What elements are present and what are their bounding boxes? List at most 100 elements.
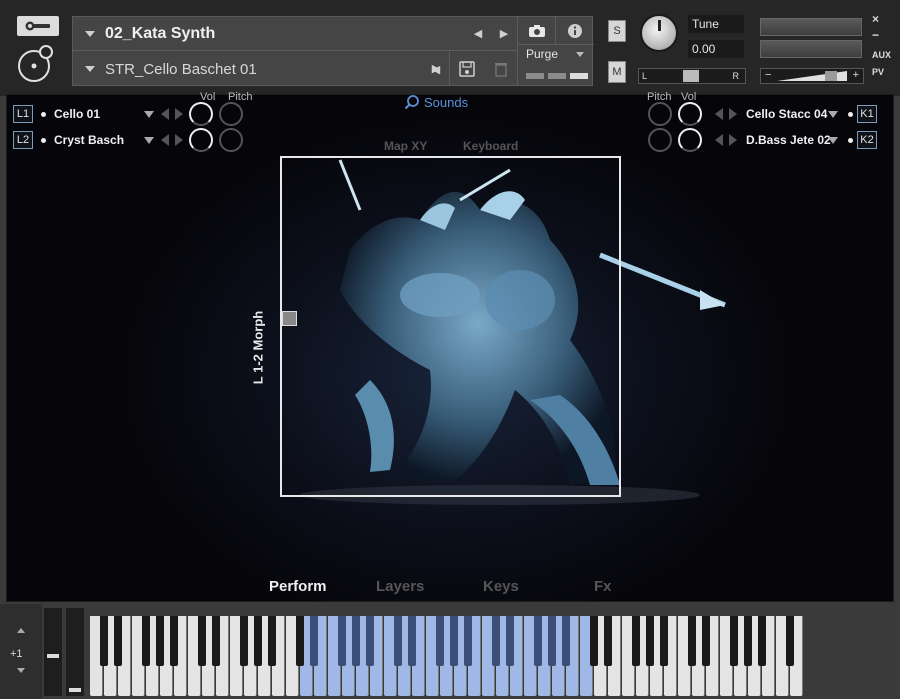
- vol-knob[interactable]: [678, 128, 702, 152]
- black-key[interactable]: [268, 616, 276, 666]
- black-key[interactable]: [744, 616, 752, 666]
- info-icon[interactable]: [556, 17, 594, 45]
- black-key[interactable]: [198, 616, 206, 666]
- volume-slider[interactable]: − +: [760, 68, 864, 84]
- layer-badge[interactable]: L1: [13, 105, 33, 123]
- pan-slider[interactable]: L R: [638, 68, 746, 84]
- layer-prev-icon[interactable]: [161, 108, 169, 120]
- black-key[interactable]: [114, 616, 122, 666]
- layer-dropdown-icon[interactable]: [144, 110, 154, 118]
- black-key[interactable]: [464, 616, 472, 666]
- preset-name[interactable]: STR_Cello Baschet 01: [105, 61, 423, 78]
- layer-dropdown-icon[interactable]: [828, 110, 838, 118]
- next-preset-icon[interactable]: ▶: [423, 62, 449, 75]
- black-key[interactable]: [758, 616, 766, 666]
- tab-layers[interactable]: Layers: [376, 578, 424, 595]
- black-key[interactable]: [450, 616, 458, 666]
- black-key[interactable]: [254, 616, 262, 666]
- octave-down-icon[interactable]: [17, 668, 25, 673]
- black-key[interactable]: [534, 616, 542, 666]
- aux-button[interactable]: AUX: [872, 50, 891, 60]
- black-key[interactable]: [156, 616, 164, 666]
- next-instrument-icon[interactable]: ▶: [491, 27, 517, 40]
- preset-dropdown-icon[interactable]: [85, 66, 95, 72]
- delete-icon[interactable]: [494, 61, 508, 77]
- prev-instrument-icon[interactable]: ◀: [465, 27, 491, 40]
- layer-next-icon[interactable]: [729, 108, 737, 120]
- purge-arrow-icon[interactable]: [576, 52, 584, 57]
- camera-icon[interactable]: [518, 17, 556, 45]
- black-key[interactable]: [310, 616, 318, 666]
- pitch-knob[interactable]: [219, 128, 243, 152]
- black-key[interactable]: [296, 616, 304, 666]
- tab-keys[interactable]: Keys: [483, 578, 519, 595]
- tune-knob[interactable]: [640, 14, 678, 52]
- black-key[interactable]: [240, 616, 248, 666]
- black-key[interactable]: [660, 616, 668, 666]
- pitch-knob[interactable]: [648, 128, 672, 152]
- layer-next-icon[interactable]: [175, 134, 183, 146]
- pitch-wheel[interactable]: [44, 608, 62, 696]
- black-key[interactable]: [786, 616, 794, 666]
- black-key[interactable]: [366, 616, 374, 666]
- instrument-dropdown-icon[interactable]: [85, 30, 95, 37]
- octave-up-icon[interactable]: [17, 628, 25, 633]
- layer-badge[interactable]: L2: [13, 131, 33, 149]
- solo-button[interactable]: S: [608, 20, 626, 42]
- black-key[interactable]: [590, 616, 598, 666]
- black-key[interactable]: [212, 616, 220, 666]
- black-key[interactable]: [492, 616, 500, 666]
- vol-knob[interactable]: [678, 102, 702, 126]
- tune-value[interactable]: 0.00: [688, 40, 744, 58]
- morph-handle[interactable]: [282, 311, 297, 326]
- pitch-knob[interactable]: [219, 102, 243, 126]
- black-key[interactable]: [506, 616, 514, 666]
- minimize-icon[interactable]: −: [872, 28, 879, 42]
- black-key[interactable]: [170, 616, 178, 666]
- black-key[interactable]: [688, 616, 696, 666]
- xy-morph-pad[interactable]: [280, 156, 621, 497]
- piano-keys[interactable]: [90, 616, 808, 698]
- black-key[interactable]: [646, 616, 654, 666]
- tab-perform[interactable]: Perform: [269, 578, 327, 595]
- purge-dropdown[interactable]: Purge: [526, 47, 558, 61]
- black-key[interactable]: [338, 616, 346, 666]
- pv-button[interactable]: PV: [872, 67, 884, 77]
- mod-wheel[interactable]: [66, 608, 84, 696]
- black-key[interactable]: [730, 616, 738, 666]
- wrench-icon[interactable]: [17, 16, 59, 36]
- black-key[interactable]: [394, 616, 402, 666]
- black-key[interactable]: [702, 616, 710, 666]
- pan-handle[interactable]: [683, 70, 699, 82]
- black-key[interactable]: [352, 616, 360, 666]
- layer-name[interactable]: D.Bass Jete 02: [746, 133, 834, 147]
- layer-dropdown-icon[interactable]: [828, 136, 838, 144]
- layer-name[interactable]: Cryst Basch: [54, 133, 140, 147]
- black-key[interactable]: [436, 616, 444, 666]
- save-icon[interactable]: [459, 61, 475, 77]
- sounds-button[interactable]: Sounds: [404, 94, 468, 110]
- black-key[interactable]: [632, 616, 640, 666]
- layer-prev-icon[interactable]: [715, 134, 723, 146]
- layer-badge[interactable]: K2: [857, 131, 877, 149]
- layer-next-icon[interactable]: [729, 134, 737, 146]
- layer-dropdown-icon[interactable]: [144, 136, 154, 144]
- mute-button[interactable]: M: [608, 61, 626, 83]
- layer-name[interactable]: Cello 01: [54, 107, 140, 121]
- layer-name[interactable]: Cello Stacc 04: [746, 107, 834, 121]
- instrument-name[interactable]: 02_Kata Synth: [105, 25, 465, 43]
- black-key[interactable]: [408, 616, 416, 666]
- close-icon[interactable]: ×: [872, 12, 879, 26]
- vol-knob[interactable]: [189, 102, 213, 126]
- layer-prev-icon[interactable]: [715, 108, 723, 120]
- tab-fx[interactable]: Fx: [594, 578, 612, 595]
- vol-knob[interactable]: [189, 128, 213, 152]
- layer-prev-icon[interactable]: [161, 134, 169, 146]
- black-key[interactable]: [142, 616, 150, 666]
- black-key[interactable]: [562, 616, 570, 666]
- layer-next-icon[interactable]: [175, 108, 183, 120]
- black-key[interactable]: [100, 616, 108, 666]
- pitch-knob[interactable]: [648, 102, 672, 126]
- black-key[interactable]: [604, 616, 612, 666]
- layer-badge[interactable]: K1: [857, 105, 877, 123]
